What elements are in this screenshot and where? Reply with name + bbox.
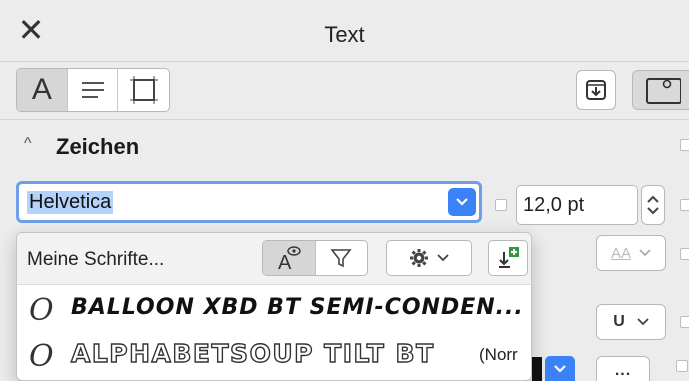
font-list-item[interactable]: O ALPHABETSOUP TILT BT (Norr (17, 333, 531, 379)
section-checkbox[interactable] (680, 139, 689, 151)
font-family-combobox[interactable]: Helvetica (16, 181, 482, 223)
font-name: ALPHABETSOUP TILT BT (70, 338, 435, 368)
font-filter-label[interactable]: Meine Schrifte... (27, 249, 164, 271)
chevron-down-icon[interactable] (448, 188, 476, 216)
title-bar: ✕ Text (0, 0, 689, 62)
filter-icon (330, 249, 352, 268)
tab-paragraph[interactable] (68, 69, 119, 111)
more-button[interactable]: ... (596, 356, 650, 381)
tab-group: A (16, 68, 170, 112)
preview-frame-icon (646, 78, 681, 104)
settings-dropdown[interactable] (386, 240, 472, 276)
frame-icon (129, 76, 158, 104)
import-icon (586, 80, 606, 100)
character-icon: A (31, 73, 52, 106)
more-label: ... (614, 362, 632, 379)
size-checkbox[interactable] (680, 199, 689, 211)
chevron-down-icon (554, 364, 566, 373)
panel-title: Text (324, 22, 365, 47)
tab-character[interactable]: A (17, 69, 68, 111)
font-o-icon: O (29, 293, 54, 328)
preview-frame-button[interactable] (632, 70, 689, 110)
font-style-label: (Norr (479, 345, 518, 364)
font-list-item[interactable]: O BALLOON XBD BT SEMI-CONDEN... (17, 287, 531, 333)
case-dropdown[interactable]: AA (596, 235, 666, 271)
underline-dropdown[interactable]: U (596, 304, 666, 340)
font-size-field[interactable]: 12,0 pt (516, 185, 638, 225)
font-preview-toggle[interactable]: A (263, 241, 316, 275)
section-title: Zeichen (56, 134, 140, 159)
chevron-down-icon (437, 254, 449, 262)
font-size-value[interactable]: 12,0 pt (523, 194, 584, 217)
add-font-button[interactable] (488, 240, 528, 276)
more-checkbox[interactable] (676, 360, 688, 372)
filter-button[interactable] (316, 241, 368, 275)
underline-label: U (613, 313, 625, 330)
import-button[interactable] (576, 70, 616, 110)
font-list-dropdown: Meine Schrifte... A O BALLOON XBD BT SEM… (16, 232, 532, 381)
case-checkbox[interactable] (680, 248, 689, 260)
underline-checkbox[interactable] (680, 316, 689, 328)
chevron-down-icon (639, 249, 651, 257)
color-swatch[interactable] (532, 357, 542, 381)
section-header: ^ Zeichen (0, 121, 689, 171)
stepper-arrows-icon (647, 195, 659, 215)
font-preview-eye-icon: A (278, 246, 301, 272)
font-family-value[interactable]: Helvetica (27, 191, 114, 214)
font-lock-checkbox[interactable] (495, 199, 507, 211)
add-font-icon (499, 247, 519, 268)
font-size-stepper[interactable] (641, 185, 665, 225)
svg-text:A: A (278, 252, 292, 272)
chevron-down-icon (637, 318, 649, 326)
font-name: BALLOON XBD BT SEMI-CONDEN... (71, 295, 524, 320)
case-label: AA (610, 244, 631, 262)
color-dropdown-button[interactable] (545, 356, 575, 381)
font-filter-toggle: A (262, 240, 368, 276)
font-o-icon: O (29, 339, 54, 374)
tab-frame[interactable] (118, 69, 169, 111)
toolbar: A (0, 62, 689, 120)
font-list-header: Meine Schrifte... A (17, 233, 531, 285)
gear-icon (410, 249, 428, 267)
chevron-up-icon[interactable]: ^ (24, 135, 32, 153)
paragraph-lines-icon (81, 82, 104, 98)
